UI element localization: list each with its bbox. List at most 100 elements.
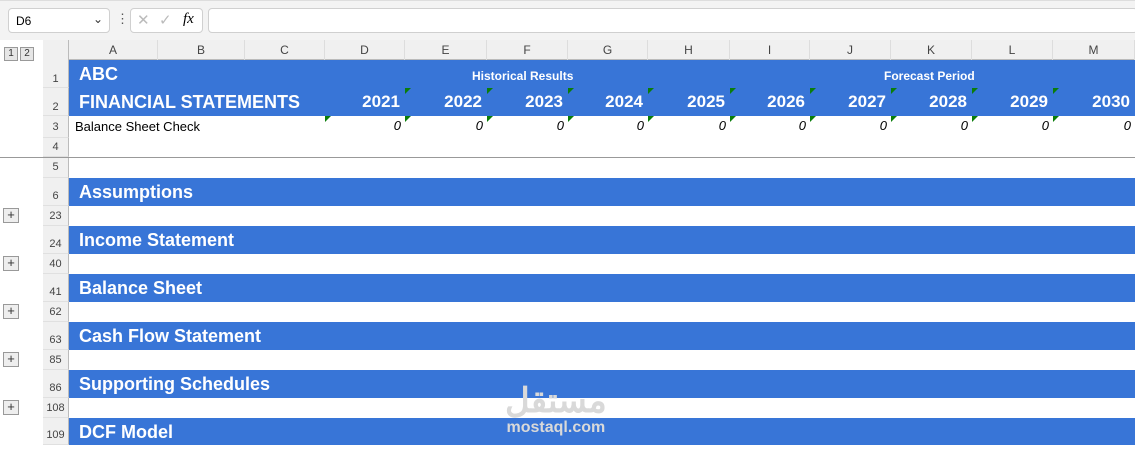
balance-check-value: 0 <box>1041 118 1049 133</box>
year-header: 2029 <box>1010 92 1048 111</box>
name-box-value: D6 <box>16 14 32 28</box>
note-flag <box>325 116 331 122</box>
formula-buttons: ✕ ✓ fx <box>130 8 203 33</box>
year-header: 2026 <box>767 92 805 111</box>
row-header[interactable]: 41 <box>43 274 69 302</box>
name-box[interactable]: D6 ⌄ <box>8 8 110 33</box>
row-header[interactable]: 2 <box>43 88 69 116</box>
watermark-logo: مستقل mostaql.com <box>505 383 607 437</box>
note-flag <box>648 116 654 122</box>
balance-check-value: 0 <box>393 118 401 133</box>
note-flag <box>405 88 411 94</box>
column-header-g[interactable]: G <box>568 40 648 60</box>
section-cash-flow-statement[interactable]: Cash Flow Statement <box>69 322 1135 350</box>
statements-title: FINANCIAL STATEMENTS <box>79 92 300 112</box>
row-header[interactable]: 1 <box>43 60 69 88</box>
balance-check-label: Balance Sheet Check <box>75 119 201 134</box>
expand-group-button[interactable]: + <box>3 208 19 223</box>
year-header: 2028 <box>929 92 967 111</box>
company-name: ABC <box>79 64 118 84</box>
note-flag <box>972 88 978 94</box>
freeze-pane-divider <box>0 157 1135 158</box>
row-header[interactable]: 86 <box>43 370 69 398</box>
row-header[interactable]: 23 <box>43 206 69 226</box>
expand-group-button[interactable]: + <box>3 400 19 415</box>
insert-function-icon[interactable]: fx <box>183 11 194 28</box>
note-flag <box>891 116 897 122</box>
note-flag <box>487 88 493 94</box>
section-assumptions[interactable]: Assumptions <box>69 178 1135 206</box>
year-header: 2025 <box>687 92 725 111</box>
note-flag <box>972 116 978 122</box>
column-header-a[interactable]: A <box>69 40 158 60</box>
balance-check-value: 0 <box>636 118 644 133</box>
note-flag <box>891 88 897 94</box>
row-header[interactable]: 5 <box>43 157 69 178</box>
row-header[interactable]: 109 <box>43 418 69 445</box>
expand-group-button[interactable]: + <box>3 352 19 367</box>
column-header-k[interactable]: K <box>891 40 972 60</box>
select-all-corner[interactable] <box>43 40 69 60</box>
year-header: 2030 <box>1092 92 1130 111</box>
outline-level-1-button[interactable]: 1 <box>4 47 18 61</box>
watermark-latin: mostaql.com <box>506 419 606 436</box>
year-header: 2022 <box>444 92 482 111</box>
note-flag <box>810 88 816 94</box>
year-header: 2023 <box>525 92 563 111</box>
row-header[interactable]: 3 <box>43 116 69 138</box>
note-flag <box>648 88 654 94</box>
outline-levels: 12 <box>4 43 36 61</box>
balance-check-value: 0 <box>556 118 564 133</box>
enter-icon[interactable]: ✓ <box>159 11 172 29</box>
cancel-icon[interactable]: ✕ <box>137 11 150 29</box>
column-header-j[interactable]: J <box>810 40 891 60</box>
balance-check-value: 0 <box>798 118 806 133</box>
section-balance-sheet[interactable]: Balance Sheet <box>69 274 1135 302</box>
note-flag <box>730 116 736 122</box>
column-header-b[interactable]: B <box>158 40 245 60</box>
column-header-l[interactable]: L <box>972 40 1053 60</box>
balance-check-value: 0 <box>960 118 968 133</box>
formula-input[interactable] <box>208 8 1135 33</box>
row-header[interactable]: 6 <box>43 178 69 206</box>
column-header-m[interactable]: M <box>1053 40 1135 60</box>
column-header-e[interactable]: E <box>405 40 487 60</box>
row-header[interactable]: 85 <box>43 350 69 370</box>
note-flag <box>487 116 493 122</box>
note-flag <box>1053 88 1059 94</box>
section-income-statement[interactable]: Income Statement <box>69 226 1135 254</box>
balance-check-value: 0 <box>1123 118 1131 133</box>
balance-check-value: 0 <box>718 118 726 133</box>
column-header-c[interactable]: C <box>245 40 325 60</box>
row-header[interactable]: 40 <box>43 254 69 274</box>
row-header[interactable]: 62 <box>43 302 69 322</box>
watermark-arabic: مستقل <box>505 382 607 420</box>
row-header[interactable]: 108 <box>43 398 69 418</box>
outline-level-2-button[interactable]: 2 <box>20 47 34 61</box>
balance-check-value: 0 <box>879 118 887 133</box>
note-flag <box>405 116 411 122</box>
row-header[interactable]: 63 <box>43 322 69 350</box>
column-header-d[interactable]: D <box>325 40 405 60</box>
row-header[interactable]: 4 <box>43 138 69 157</box>
column-header-f[interactable]: F <box>487 40 568 60</box>
expand-group-button[interactable]: + <box>3 304 19 319</box>
note-flag <box>568 88 574 94</box>
expand-group-button[interactable]: + <box>3 256 19 271</box>
note-flag <box>1053 116 1059 122</box>
year-header: 2024 <box>605 92 643 111</box>
column-header-i[interactable]: I <box>730 40 810 60</box>
column-header-h[interactable]: H <box>648 40 730 60</box>
chevron-down-icon[interactable]: ⌄ <box>93 12 103 26</box>
row-header[interactable]: 24 <box>43 226 69 254</box>
note-flag <box>568 116 574 122</box>
year-header: 2021 <box>362 92 400 111</box>
note-flag <box>810 116 816 122</box>
column-headers: ABCDEFGHIJKLM <box>43 40 1135 60</box>
forecast-period-label: Forecast Period <box>884 69 975 83</box>
balance-check-value: 0 <box>475 118 483 133</box>
year-header: 2027 <box>848 92 886 111</box>
note-flag <box>730 88 736 94</box>
historical-results-label: Historical Results <box>472 69 574 83</box>
more-options-icon[interactable]: ⋮ <box>116 11 129 27</box>
